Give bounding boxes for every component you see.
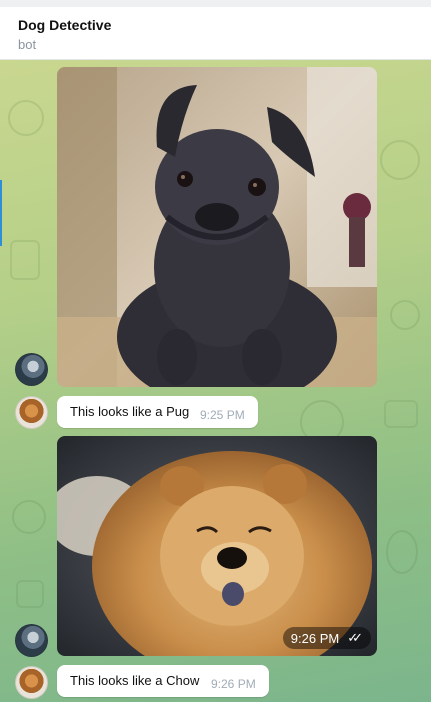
scroll-indicator — [0, 180, 2, 246]
background-doodle — [10, 240, 40, 280]
message-bubble[interactable]: This looks like a Chow 9:26 PM — [57, 665, 269, 697]
background-doodle — [384, 400, 418, 428]
chow-photo[interactable]: 9:26 PM ✓✓ — [57, 436, 377, 656]
double-check-icon: ✓✓ — [347, 630, 363, 645]
chat-subtitle: bot — [18, 37, 37, 52]
background-doodle — [8, 100, 44, 136]
user-avatar[interactable] — [15, 353, 48, 386]
message-text: This looks like a Chow — [70, 673, 200, 688]
background-doodle — [380, 140, 420, 180]
window-top-strip — [0, 0, 431, 7]
message-bubble[interactable]: This looks like a Pug 9:25 PM — [57, 396, 258, 428]
message-text: This looks like a Pug — [70, 404, 190, 419]
bot-avatar[interactable] — [15, 666, 48, 699]
photo-time: 9:26 PM — [290, 630, 340, 646]
background-doodle — [12, 500, 46, 534]
chat-history[interactable]: This looks like a Pug 9:25 PM 9:26 PM ✓✓… — [0, 60, 431, 702]
chat-title[interactable]: Dog Detective — [18, 17, 111, 33]
background-doodle — [386, 530, 418, 574]
pug-photo[interactable] — [57, 67, 377, 387]
background-doodle — [16, 580, 44, 608]
photo-timestamp: 9:26 PM ✓✓ — [282, 627, 371, 649]
chat-header[interactable]: Dog Detective bot — [0, 7, 431, 60]
user-avatar[interactable] — [15, 624, 48, 657]
bot-avatar[interactable] — [15, 396, 48, 429]
background-doodle — [390, 300, 420, 330]
message-time: 9:25 PM — [200, 408, 245, 422]
message-time: 9:26 PM — [211, 677, 256, 691]
